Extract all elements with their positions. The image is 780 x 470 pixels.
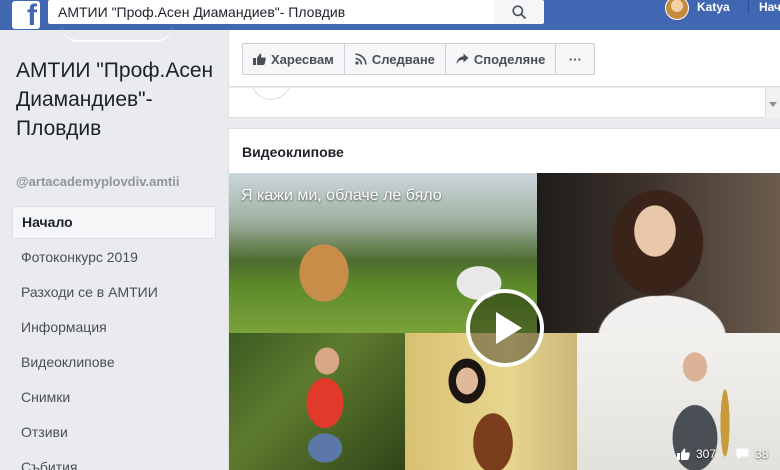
thumbs-up-icon — [253, 53, 266, 65]
likes-count[interactable]: 307 — [696, 447, 716, 461]
share-button-label: Споделяне — [473, 51, 546, 67]
nav-item-reviews[interactable]: Отзиви — [12, 416, 216, 451]
video-title[interactable]: Я кажи ми, облаче ле бяло — [241, 187, 442, 205]
like-button-label: Харесвам — [271, 51, 334, 67]
comments-count[interactable]: 38 — [755, 447, 768, 461]
page-actions-bar: Харесвам Следване Споделяне ··· — [228, 30, 780, 87]
videos-section-title[interactable]: Видеоклипове — [242, 144, 344, 160]
facebook-logo-icon[interactable]: f — [12, 1, 40, 29]
more-dots-icon: ··· — [264, 88, 279, 91]
nav-item-photos[interactable]: Снимки — [12, 381, 216, 416]
profile-name-link[interactable]: Katya — [697, 0, 730, 14]
more-dots-icon: ··· — [568, 51, 582, 67]
search-icon — [512, 5, 526, 19]
video-player[interactable]: Я кажи ми, облаче ле бяло 307 38 — [229, 173, 780, 470]
follow-button-label: Следване — [371, 51, 435, 67]
like-button[interactable]: Харесвам — [242, 43, 345, 75]
scrollbar[interactable] — [766, 88, 780, 118]
nav-item-videos[interactable]: Видеоклипове — [12, 346, 216, 381]
more-options-circle-button[interactable]: ··· — [251, 88, 291, 100]
avatar[interactable] — [665, 0, 689, 20]
page-handle[interactable]: @artacademyplovdiv.amtii — [16, 174, 179, 189]
videos-card: Видеоклипове Я кажи ми, облаче ле бяло 3… — [228, 128, 780, 470]
thumbs-up-icon[interactable] — [677, 448, 690, 460]
divider — [748, 0, 749, 14]
nav-item-about[interactable]: Информация — [12, 311, 216, 346]
video-frame-vocalist — [229, 333, 405, 470]
share-arrow-icon — [456, 53, 469, 64]
nav-item-events[interactable]: Събития — [12, 451, 216, 470]
play-icon — [495, 312, 522, 344]
search-input[interactable]: АМТИИ "Проф.Асен Диамандиев"- Пловдив — [48, 0, 494, 24]
more-options-button[interactable]: ··· — [555, 43, 596, 75]
share-button[interactable]: Споделяне — [444, 43, 557, 75]
nav-item-photo-contest[interactable]: Фотоконкурс 2019 — [12, 241, 216, 276]
play-button[interactable] — [466, 289, 544, 367]
video-frame-singer — [537, 173, 780, 333]
video-stats: 307 38 — [677, 447, 768, 461]
composer-strip: ··· — [228, 88, 766, 118]
nav-item-tour[interactable]: Разходи се в АМТИИ — [12, 276, 216, 311]
page-title[interactable]: АМТИИ "Проф.Асен Диамандиев"- Пловдив — [16, 56, 216, 143]
profile-picture-edge — [62, 26, 172, 42]
search-button[interactable] — [494, 0, 544, 24]
scroll-down-arrow-icon[interactable] — [769, 102, 777, 107]
rss-icon — [355, 53, 367, 65]
page-nav: Начало Фотоконкурс 2019 Разходи се в АМТ… — [12, 206, 216, 470]
comment-icon[interactable] — [736, 448, 749, 460]
action-button-group: Харесвам Следване Споделяне ··· — [242, 43, 596, 75]
follow-button[interactable]: Следване — [343, 43, 446, 75]
home-link[interactable]: Нач — [759, 0, 780, 14]
nav-item-home[interactable]: Начало — [12, 206, 216, 239]
